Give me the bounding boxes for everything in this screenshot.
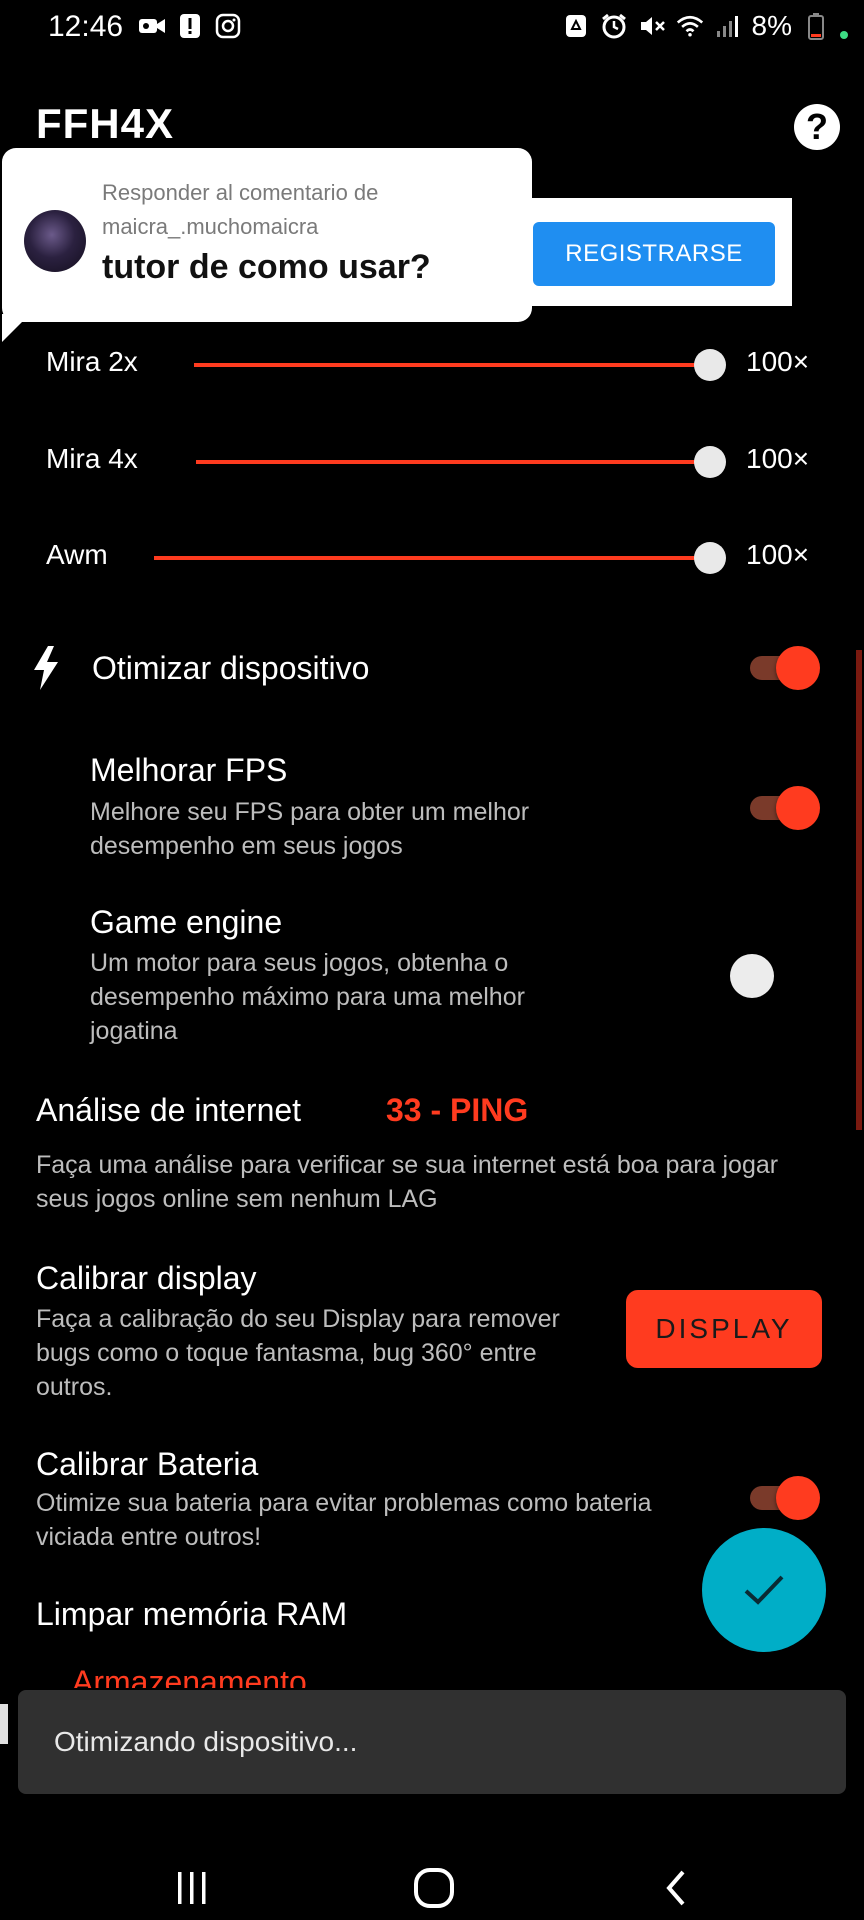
fps-switch[interactable] [748, 786, 824, 830]
fps-desc: Melhore seu FPS para obter um melhor des… [90, 798, 530, 860]
slider-label-awm: Awm [46, 539, 108, 570]
slider-value-awm: 100× [746, 539, 810, 570]
confirm-fab[interactable] [702, 1528, 826, 1652]
game-engine-title: Game engine [90, 904, 283, 940]
slider-track-mira-2x[interactable] [194, 363, 710, 367]
left-edge-fragment [0, 1704, 8, 1744]
battery-switch[interactable] [748, 1476, 824, 1520]
display-button[interactable]: DISPLAY [626, 1290, 822, 1368]
signal-icon [714, 12, 742, 40]
status-time: 12:46 [48, 10, 124, 43]
slider-track-mira-4x[interactable] [196, 460, 710, 464]
slider-label-mira-2x: Mira 2x [46, 346, 138, 377]
optimize-switch[interactable] [748, 646, 824, 690]
app-title: FFH4X [36, 100, 175, 147]
fps-title: Melhorar FPS [90, 752, 288, 788]
internet-title: Análise de internet [36, 1092, 302, 1128]
battery-percent: 8% [751, 10, 792, 41]
avatar [24, 210, 86, 272]
status-icons-left [138, 12, 242, 40]
wifi-icon [676, 12, 704, 40]
comment-tail [2, 314, 30, 342]
charging-dot [840, 31, 848, 39]
battery-title: Calibrar Bateria [36, 1446, 259, 1482]
comment-text: tutor de como usar? [102, 248, 431, 286]
video-icon [138, 12, 166, 40]
alarm-icon [600, 12, 628, 40]
battery-desc: Otimize sua bateria para evitar problema… [36, 1489, 652, 1551]
slider-label-mira-4x: Mira 4x [46, 443, 138, 474]
back-icon[interactable] [646, 1858, 706, 1918]
display-title: Calibrar display [36, 1260, 257, 1296]
bolt-icon [32, 646, 60, 695]
slider-value-mira-4x: 100× [746, 443, 810, 474]
scroll-indicator [856, 650, 862, 1130]
slider-thumb-mira-2x[interactable] [694, 349, 726, 381]
recents-icon[interactable] [162, 1858, 222, 1918]
slider-value-mira-2x: 100× [746, 346, 810, 377]
game-engine-switch[interactable] [730, 954, 774, 998]
reply-label: Responder al comentario de maicra_.mucho… [102, 180, 379, 239]
optimize-title: Otimizar dispositivo [92, 650, 370, 686]
ping-value: 33 - PING [386, 1092, 529, 1128]
game-engine-desc: Um motor para seus jogos, obtenha o dese… [90, 949, 525, 1045]
slider-thumb-mira-4x[interactable] [694, 446, 726, 478]
check-icon [744, 1575, 784, 1605]
recycle-icon [562, 12, 590, 40]
home-icon[interactable] [404, 1858, 464, 1918]
display-desc: Faça a calibração do seu Display para re… [36, 1305, 560, 1401]
register-button[interactable]: REGISTRARSE [533, 222, 775, 286]
help-icon[interactable]: ? [794, 104, 840, 150]
internet-desc: Faça uma análise para verificar se sua i… [36, 1151, 779, 1213]
ram-title: Limpar memória RAM [36, 1596, 348, 1632]
slider-thumb-awm[interactable] [694, 542, 726, 574]
battery-icon [802, 12, 830, 40]
instagram-icon [214, 12, 242, 40]
mute-icon [638, 12, 666, 40]
status-icons-right: 8% [562, 10, 848, 42]
storage-label-partial: Armazenamento [72, 1664, 307, 1688]
alert-icon [176, 12, 204, 40]
snackbar-text: Otimizando dispositivo... [54, 1726, 358, 1757]
slider-track-awm[interactable] [154, 556, 710, 560]
